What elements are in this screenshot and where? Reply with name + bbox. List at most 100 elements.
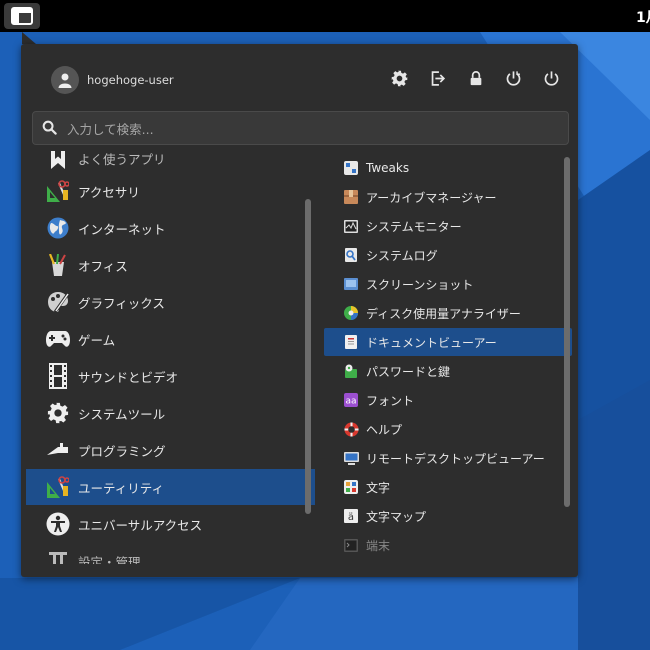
app-item-tweaks[interactable]: Tweaks <box>324 154 572 182</box>
restart-icon <box>506 71 521 86</box>
monitor-icon <box>343 218 359 234</box>
globe-icon <box>46 216 70 240</box>
app-label: リモートデスクトップビューアー <box>366 451 545 466</box>
app-label: スクリーンショット <box>366 277 474 292</box>
lock-button[interactable] <box>466 69 485 88</box>
category-scrollbar[interactable] <box>305 199 311 514</box>
session-actions <box>390 69 561 88</box>
search-icon <box>42 120 57 135</box>
font-icon: aa <box>343 392 359 408</box>
applications-menu-button[interactable] <box>4 3 40 29</box>
category-item-accessories[interactable]: アクセサリ <box>26 173 315 209</box>
characters-icon <box>343 479 359 495</box>
search-box[interactable] <box>32 111 569 145</box>
screenshot-icon <box>343 276 359 292</box>
category-label: ユニバーサルアクセス <box>78 517 203 533</box>
app-item-system-log[interactable]: システムログ <box>324 241 572 269</box>
app-item-help[interactable]: ヘルプ <box>324 415 572 443</box>
category-label: アクセサリ <box>78 184 140 200</box>
disk-usage-icon <box>343 305 359 321</box>
app-item-archive-manager[interactable]: アーカイブマネージャー <box>324 183 572 211</box>
search-input[interactable] <box>65 118 559 140</box>
user-button[interactable]: hogehoge-user <box>51 66 174 94</box>
application-menu: hogehoge-user 入力して検索... よく使うアプリ アクセサリ イン… <box>21 44 578 577</box>
app-item-characters[interactable]: 文字 <box>324 473 572 501</box>
app-label: ヘルプ <box>366 422 403 437</box>
category-label: ユーティリティ <box>78 480 165 496</box>
app-item-system-monitor[interactable]: システムモニター <box>324 212 572 240</box>
app-label: パスワードと鍵 <box>366 364 451 379</box>
log-icon <box>343 247 359 263</box>
menu-pointer <box>22 32 36 44</box>
category-item-universal-access[interactable]: ユニバーサルアクセス <box>26 506 315 542</box>
logout-button[interactable] <box>428 69 447 88</box>
app-label: フォント <box>366 393 415 408</box>
category-label: よく使うアプリ <box>78 151 166 167</box>
graphics-icon <box>46 290 70 314</box>
category-label: ゲーム <box>78 332 116 348</box>
category-label: インターネット <box>78 221 166 237</box>
category-label: 設定・管理 <box>78 554 141 565</box>
key-icon <box>343 363 359 379</box>
app-label: システムログ <box>366 248 438 263</box>
app-item-passwords-and-keys[interactable]: パスワードと鍵 <box>324 357 572 385</box>
category-item-internet[interactable]: インターネット <box>26 210 315 246</box>
category-item-graphics[interactable]: グラフィックス <box>26 284 315 320</box>
trowel-icon <box>46 438 70 462</box>
logout-icon <box>431 71 446 86</box>
svg-text:aa: aa <box>345 397 356 407</box>
lock-icon <box>470 71 481 86</box>
category-item-settings[interactable]: 設定・管理 <box>26 543 315 564</box>
category-label: サウンドとビデオ <box>78 369 179 385</box>
app-label: ディスク使用量アナライザー <box>366 306 521 321</box>
gear-icon <box>46 401 70 425</box>
document-icon <box>343 334 359 350</box>
app-item-character-map[interactable]: ä 文字マップ <box>324 502 572 530</box>
accessibility-icon <box>46 512 70 536</box>
restart-button[interactable] <box>504 69 523 88</box>
power-off-button[interactable] <box>542 69 561 88</box>
app-item-disk-usage-analyzer[interactable]: ディスク使用量アナライザー <box>324 299 572 327</box>
remote-desktop-icon <box>343 450 359 466</box>
gear-icon <box>391 70 408 87</box>
category-item-sound-video[interactable]: サウンドとビデオ <box>26 358 315 394</box>
settings-button[interactable] <box>390 69 409 88</box>
category-label: システムツール <box>78 406 166 422</box>
category-item-office[interactable]: オフィス <box>26 247 315 283</box>
category-label: プログラミング <box>78 443 166 459</box>
user-avatar-icon <box>51 66 79 94</box>
terminal-icon <box>343 537 359 553</box>
accessories-icon <box>46 179 70 203</box>
charmap-icon: ä <box>343 508 359 524</box>
app-label: 端末 <box>366 538 391 553</box>
category-item-system-tools[interactable]: システムツール <box>26 395 315 431</box>
category-item-programming[interactable]: プログラミング <box>26 432 315 468</box>
help-icon <box>343 421 359 437</box>
app-label: ドキュメントビューアー <box>366 335 497 350</box>
film-icon <box>46 363 70 389</box>
app-scrollbar[interactable] <box>564 157 570 507</box>
app-item-screenshot[interactable]: スクリーンショット <box>324 270 572 298</box>
app-label: Tweaks <box>366 161 410 175</box>
archive-icon <box>343 189 359 205</box>
accessories-icon <box>46 475 70 499</box>
app-menu-icon <box>11 7 33 25</box>
app-label: システムモニター <box>366 219 462 234</box>
category-label: グラフィックス <box>78 295 165 311</box>
gamepad-icon <box>46 327 70 351</box>
app-item-document-viewer[interactable]: ドキュメントビューアー <box>324 328 572 356</box>
top-bar: 1月 <box>0 0 650 32</box>
category-item-games[interactable]: ゲーム <box>26 321 315 357</box>
clock[interactable]: 1月 <box>636 7 650 27</box>
bookmark-icon <box>46 151 70 170</box>
office-icon <box>46 253 70 277</box>
app-item-fonts[interactable]: aa フォント <box>324 386 572 414</box>
settings-icon <box>46 549 70 564</box>
app-item-remote-desktop-viewer[interactable]: リモートデスクトップビューアー <box>324 444 572 472</box>
app-label: アーカイブマネージャー <box>366 190 497 205</box>
category-label: オフィス <box>78 258 128 274</box>
app-item-terminal[interactable]: 端末 <box>324 531 572 559</box>
username: hogehoge-user <box>87 73 174 87</box>
category-item-utilities[interactable]: ユーティリティ <box>26 469 315 505</box>
app-list: Tweaks アーカイブマネージャー システムモニター システムログ スクリーン… <box>324 153 572 561</box>
